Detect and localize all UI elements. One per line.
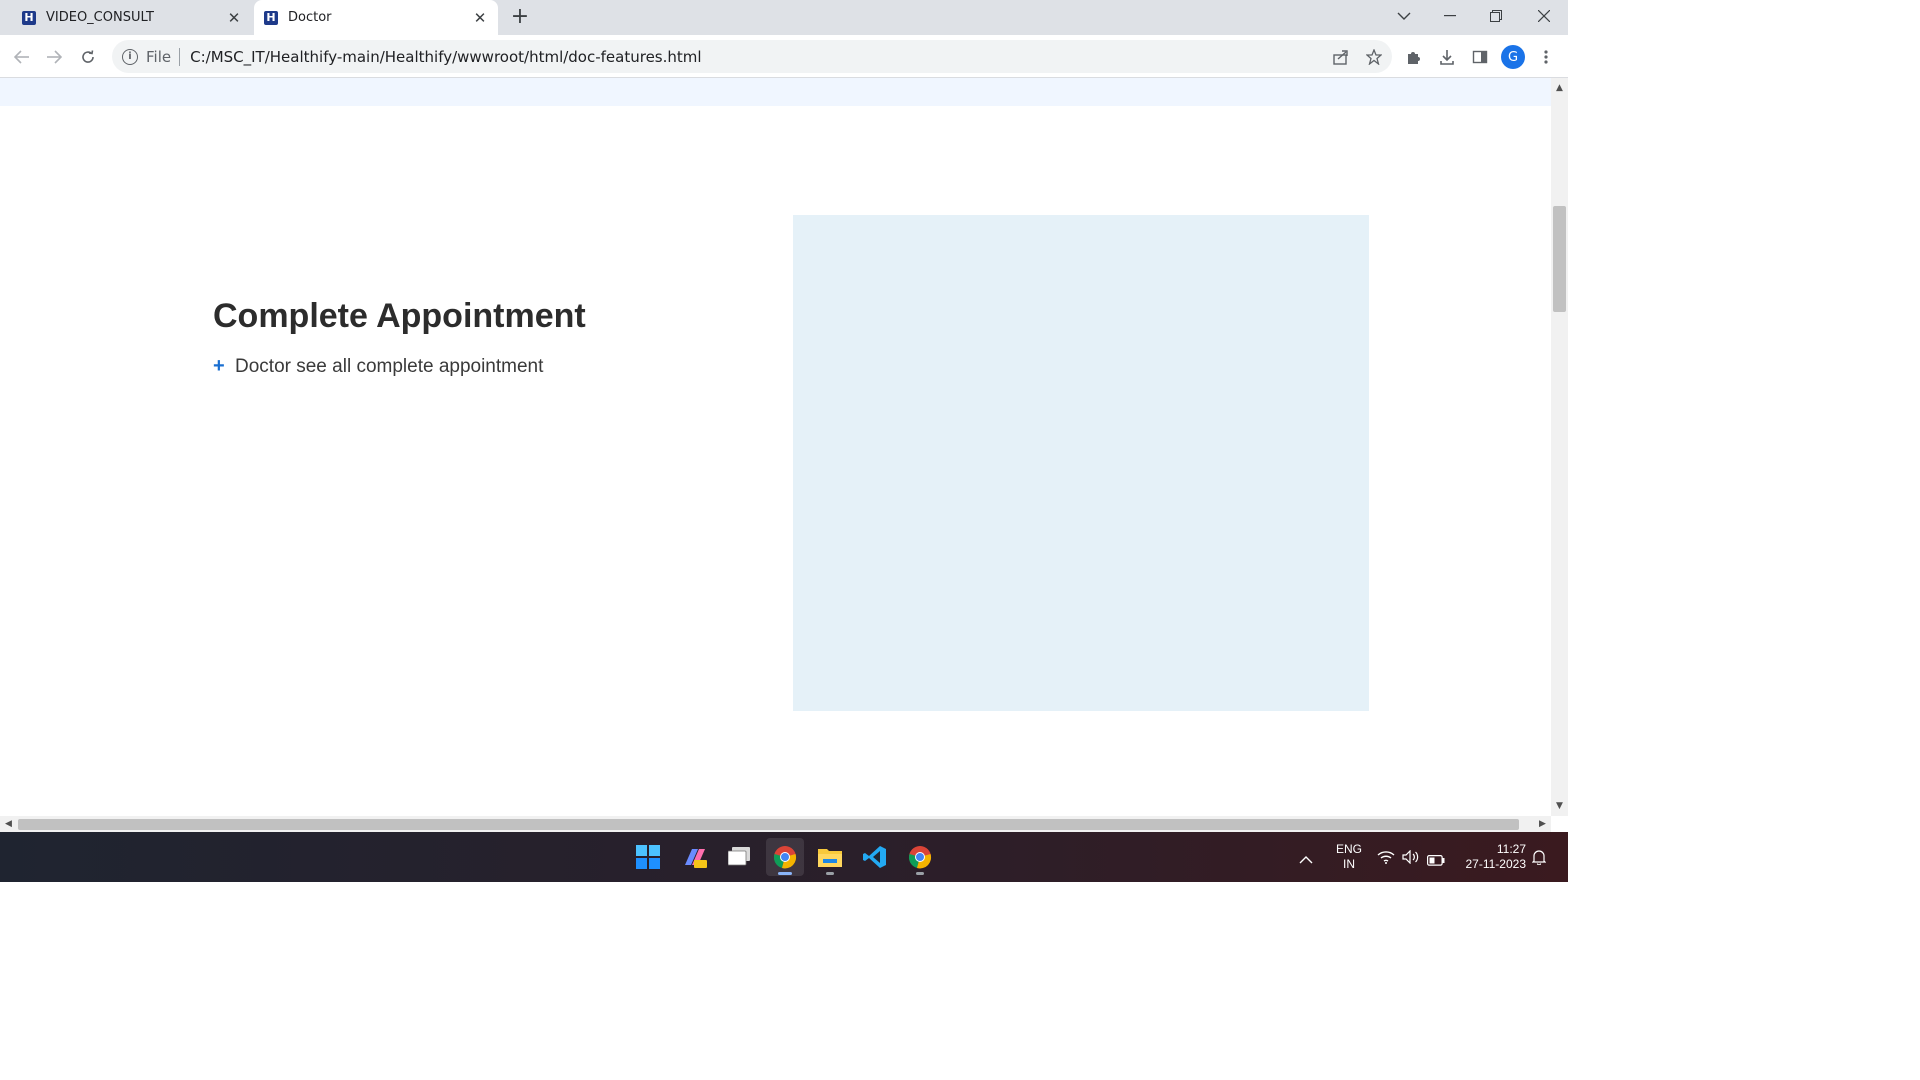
taskbar-app-vscode[interactable] (856, 838, 894, 876)
battery-status[interactable] (1427, 851, 1445, 870)
star-icon (1366, 49, 1382, 65)
close-tab-icon[interactable]: ✕ (468, 9, 492, 27)
scroll-up-arrow-icon[interactable]: ▲ (1551, 80, 1568, 96)
share-icon (1333, 50, 1348, 65)
clock[interactable]: 11:27 27-11-2023 (1454, 842, 1527, 872)
chrome-icon (773, 846, 797, 869)
feature-item-text: Doctor see all complete appointment (235, 355, 544, 377)
profile-avatar[interactable]: G (1501, 45, 1525, 69)
minimize-icon (1444, 15, 1456, 17)
taskbar-app-file-explorer[interactable] (811, 838, 849, 876)
horizontal-scroll-thumb[interactable] (18, 819, 1519, 830)
arrow-right-icon (47, 50, 62, 64)
close-icon (1538, 10, 1550, 22)
url-text[interactable]: C:/MSC_IT/Healthify-main/Healthify/wwwro… (190, 48, 701, 66)
show-hidden-icons-button[interactable] (1299, 850, 1317, 864)
volume-status[interactable] (1402, 849, 1420, 868)
speaker-icon (1402, 849, 1419, 865)
feature-image (793, 215, 1369, 711)
scheme-label: File (146, 47, 172, 66)
restore-icon (1490, 10, 1502, 22)
scroll-right-arrow-icon[interactable]: ▶ (1534, 816, 1551, 832)
taskbar-app-task-view[interactable] (721, 838, 759, 876)
address-bar[interactable]: i File C:/MSC_IT/Healthify-main/Healthif… (112, 40, 1392, 73)
new-tab-button[interactable]: + (508, 4, 532, 30)
taskbar-app-chrome[interactable] (901, 838, 939, 876)
task-view-icon (728, 847, 750, 866)
running-app-indicator (916, 872, 924, 875)
copilot-app-icon (685, 849, 707, 868)
share-button[interactable] (1328, 44, 1354, 70)
side-panel-button[interactable] (1467, 44, 1493, 70)
battery-icon (1427, 855, 1445, 866)
tab-doctor[interactable]: H Doctor ✕ (254, 0, 498, 35)
active-app-indicator (778, 872, 792, 875)
extensions-button[interactable] (1401, 44, 1427, 70)
close-tab-icon[interactable]: ✕ (222, 9, 246, 27)
site-favicon-icon: H (22, 10, 36, 25)
address-divider (179, 47, 181, 66)
clock-time: 11:27 (1496, 842, 1526, 856)
taskbar-app-chrome-profile[interactable] (766, 838, 804, 876)
chevron-up-icon (1299, 856, 1313, 864)
vertical-scroll-thumb[interactable] (1553, 206, 1566, 312)
puzzle-icon (1408, 52, 1420, 64)
language-indicator[interactable]: ENG IN (1332, 842, 1366, 872)
restore-button[interactable] (1473, 0, 1519, 32)
chrome-icon (908, 846, 932, 869)
more-vertical-icon (1544, 50, 1548, 64)
language-code: ENG (1335, 842, 1362, 856)
reload-icon (82, 50, 94, 63)
tab-title: VIDEO_CONSULT (46, 10, 154, 25)
windows-logo-icon (636, 845, 660, 869)
reload-button[interactable] (75, 44, 101, 70)
vertical-scrollbar[interactable] (1551, 78, 1568, 816)
chevron-down-icon (1397, 12, 1411, 20)
feature-title: Complete Appointment (213, 297, 586, 335)
bell-icon (1531, 850, 1547, 866)
feature-list-item: + Doctor see all complete appointment (213, 355, 543, 378)
scroll-down-arrow-icon[interactable]: ▼ (1551, 798, 1568, 814)
side-panel-icon (1472, 50, 1488, 64)
vscode-icon (863, 846, 886, 868)
close-window-button[interactable] (1521, 0, 1567, 32)
downloads-button[interactable] (1434, 44, 1460, 70)
folder-icon (818, 849, 842, 867)
site-info-icon[interactable]: i (122, 48, 138, 65)
wifi-icon (1377, 851, 1395, 864)
taskbar-app-copilot[interactable] (676, 838, 714, 876)
notifications-button[interactable] (1531, 849, 1547, 869)
clock-date: 27-11-2023 (1465, 857, 1527, 871)
back-button[interactable] (9, 44, 35, 70)
running-app-indicator (826, 872, 834, 875)
start-button[interactable] (629, 838, 667, 876)
wifi-status[interactable] (1377, 849, 1395, 868)
arrow-left-icon (14, 50, 29, 64)
bookmark-button[interactable] (1361, 44, 1387, 70)
forward-button[interactable] (41, 44, 67, 70)
region-code: IN (1343, 857, 1355, 871)
scroll-left-arrow-icon[interactable]: ◀ (0, 816, 17, 832)
browser-menu-button[interactable] (1533, 44, 1559, 70)
minimize-button[interactable] (1427, 0, 1473, 32)
page-header-band (0, 78, 1551, 106)
download-icon (1440, 50, 1454, 65)
plus-icon: + (213, 355, 225, 377)
tab-search-button[interactable] (1381, 0, 1427, 32)
tab-title: Doctor (288, 10, 332, 25)
site-favicon-icon: H (264, 10, 278, 25)
tab-video-consult[interactable]: H VIDEO_CONSULT ✕ (12, 0, 252, 35)
